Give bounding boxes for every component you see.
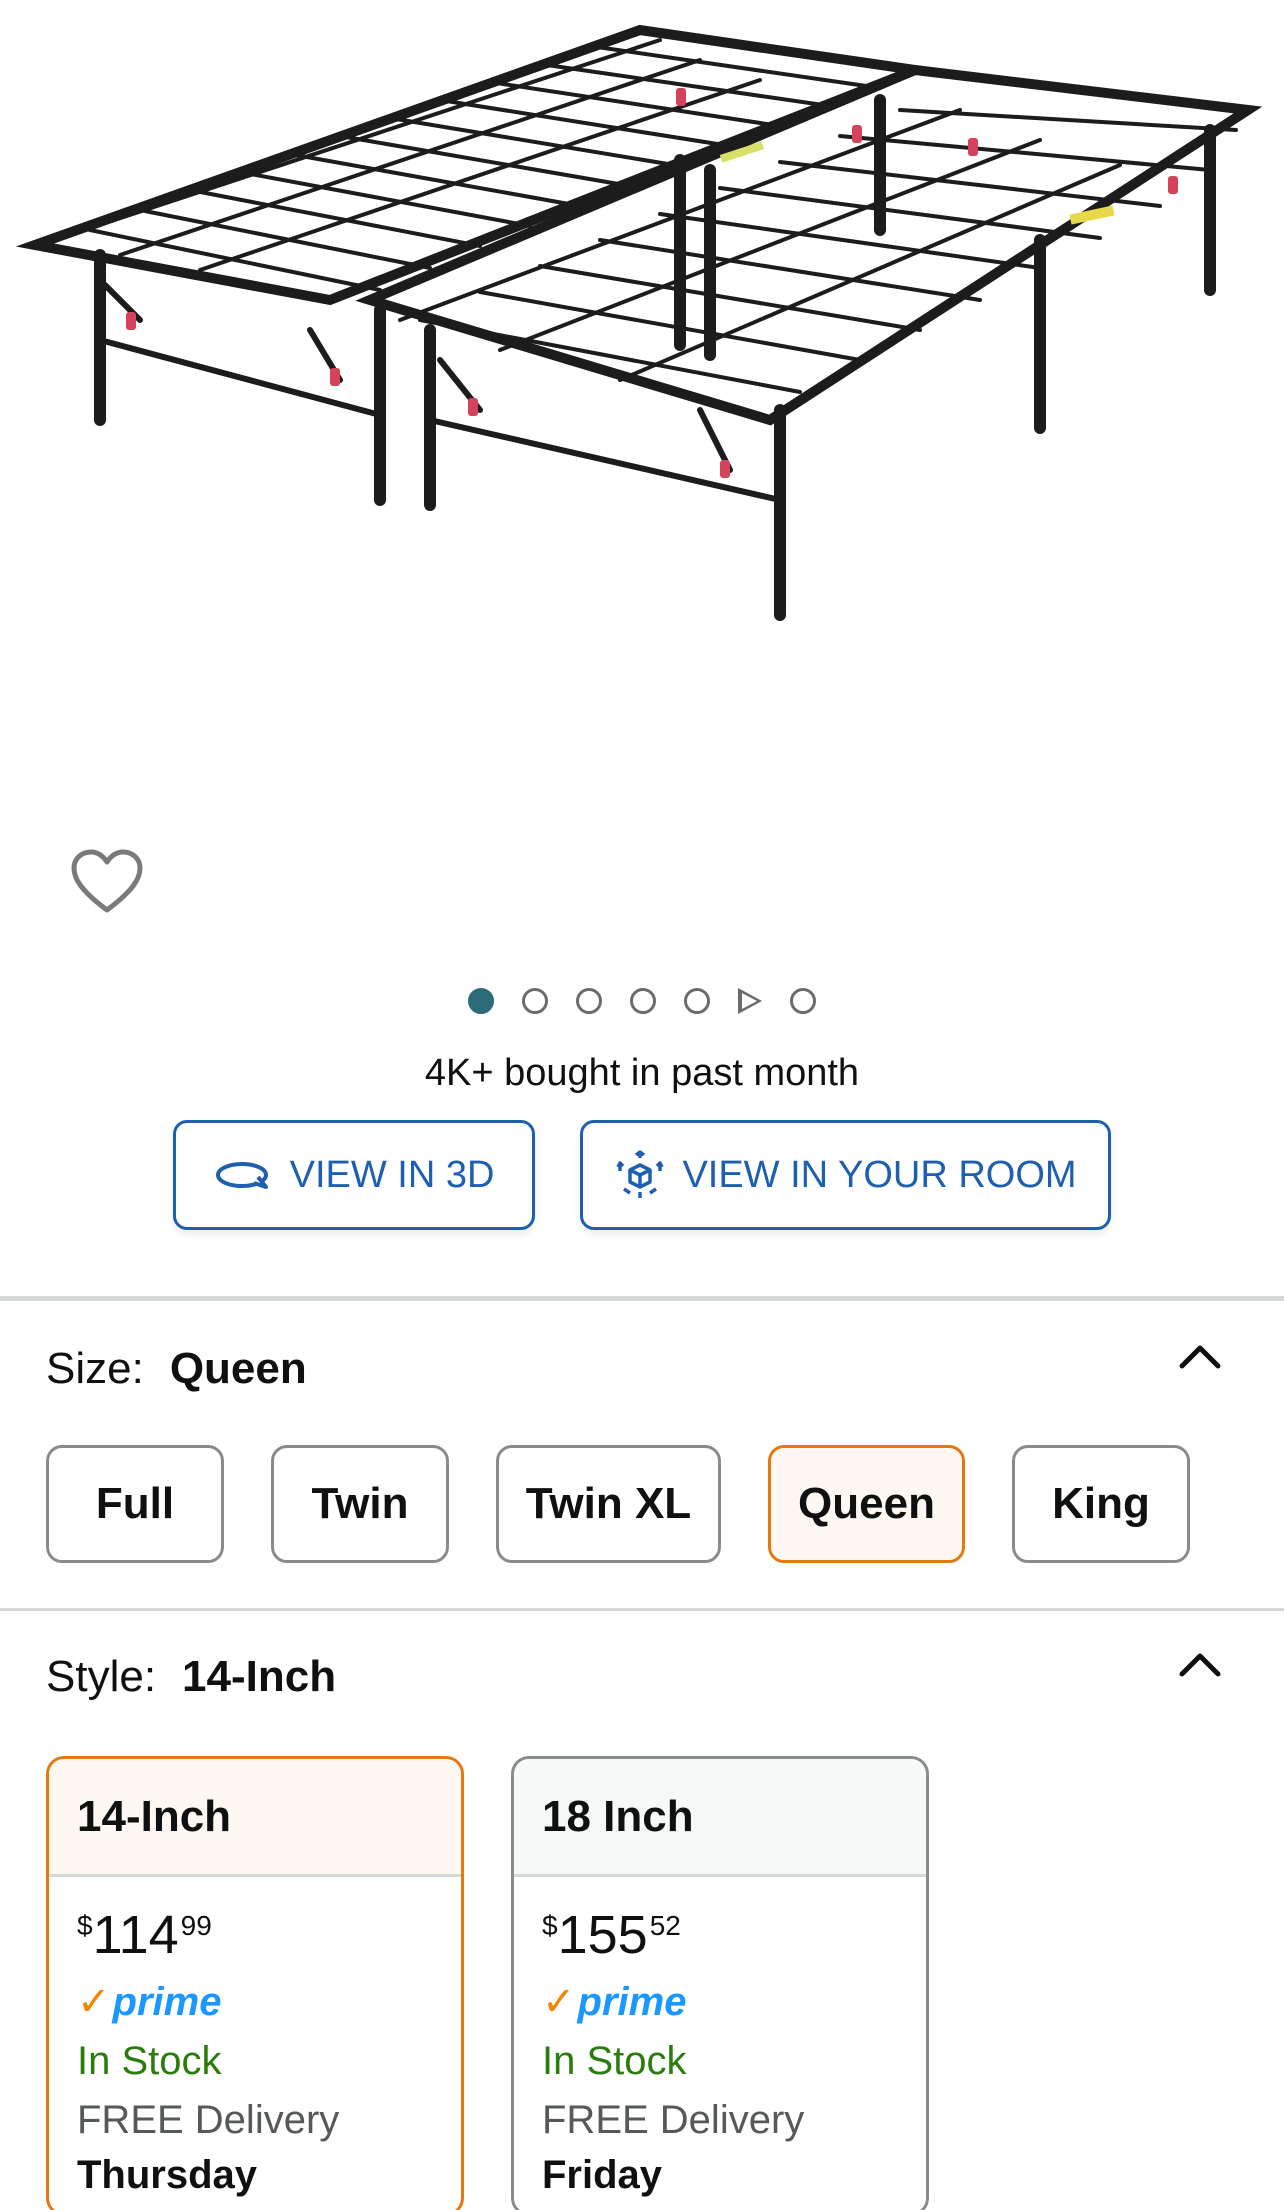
price-currency: $ (542, 1910, 558, 1941)
bed-frame-illustration (15, 24, 1263, 621)
bought-count: 4K+ bought in past month (424, 1052, 860, 1094)
price-whole: 155 (557, 1905, 648, 1965)
carousel-dot-2[interactable] (522, 988, 548, 1014)
wishlist-heart-icon[interactable] (70, 848, 144, 914)
chevron-up-icon[interactable] (1178, 1648, 1222, 1678)
carousel-dot-5[interactable] (684, 988, 710, 1014)
carousel-dot-3[interactable] (576, 988, 602, 1014)
style-card-title: 14-Inch (49, 1759, 461, 1877)
size-selected-value: Queen (169, 1344, 307, 1393)
price-currency: $ (77, 1910, 93, 1941)
delivery-day: Friday (542, 2153, 663, 2197)
style-label: Style: (46, 1652, 157, 1701)
view-in-3d-label: VIEW IN 3D (289, 1153, 495, 1196)
stock-status: In Stock (77, 2039, 222, 2083)
size-option-queen[interactable]: Queen (768, 1445, 965, 1563)
section-divider (0, 1608, 1284, 1611)
view-in-your-room-label: VIEW IN YOUR ROOM (682, 1153, 1077, 1196)
price-fraction: 99 (180, 1910, 212, 1941)
prime-badge: ✓ prime (77, 1979, 461, 2025)
style-option-18-inch[interactable]: 18 Inch $155 52 ✓ prime In Stock FREE Deli… (511, 1756, 929, 2210)
image-carousel-dots (0, 988, 1284, 1014)
carousel-dot-6[interactable] (790, 988, 816, 1014)
stock-status: In Stock (542, 2039, 687, 2083)
size-option-king[interactable]: King (1012, 1445, 1190, 1563)
price: $155 52 (542, 1905, 926, 1965)
carousel-dot-4[interactable] (630, 988, 656, 1014)
size-option-full[interactable]: Full (46, 1445, 224, 1563)
prime-check-icon: ✓ (77, 1980, 111, 2024)
prime-label: prime (112, 1979, 222, 2024)
style-heading: Style: 14-Inch (46, 1652, 336, 1702)
prime-check-icon: ✓ (542, 1980, 576, 2024)
section-divider (0, 1296, 1284, 1301)
prime-label: prime (577, 1979, 687, 2024)
delivery-day: Thursday (77, 2153, 258, 2197)
rotate-3d-icon (215, 1162, 268, 1189)
price-whole: 114 (92, 1905, 179, 1965)
style-selected-value: 14-Inch (182, 1652, 337, 1701)
view-in-3d-button[interactable]: VIEW IN 3D (173, 1120, 535, 1230)
style-card-title: 18 Inch (514, 1759, 926, 1877)
delivery-text: FREE Delivery (77, 2098, 340, 2142)
style-option-14-inch[interactable]: 14-Inch $114 99 ✓ prime In Stock FREE Deli… (46, 1756, 464, 2210)
price-fraction: 52 (649, 1910, 681, 1941)
size-label: Size: (46, 1344, 144, 1393)
prime-badge: ✓ prime (542, 1979, 926, 2025)
size-heading: Size: Queen (46, 1344, 307, 1394)
carousel-dot-1[interactable] (468, 988, 494, 1014)
ar-cube-icon (616, 1150, 665, 1198)
price: $114 99 (77, 1905, 461, 1965)
size-option-twin-xl[interactable]: Twin XL (496, 1445, 721, 1563)
view-in-your-room-button[interactable]: VIEW IN YOUR ROOM (580, 1120, 1111, 1230)
chevron-up-icon[interactable] (1178, 1340, 1222, 1370)
product-image[interactable] (0, 0, 1284, 840)
delivery-text: FREE Delivery (542, 2098, 805, 2142)
video-play-icon[interactable] (738, 988, 762, 1014)
size-option-twin[interactable]: Twin (271, 1445, 449, 1563)
